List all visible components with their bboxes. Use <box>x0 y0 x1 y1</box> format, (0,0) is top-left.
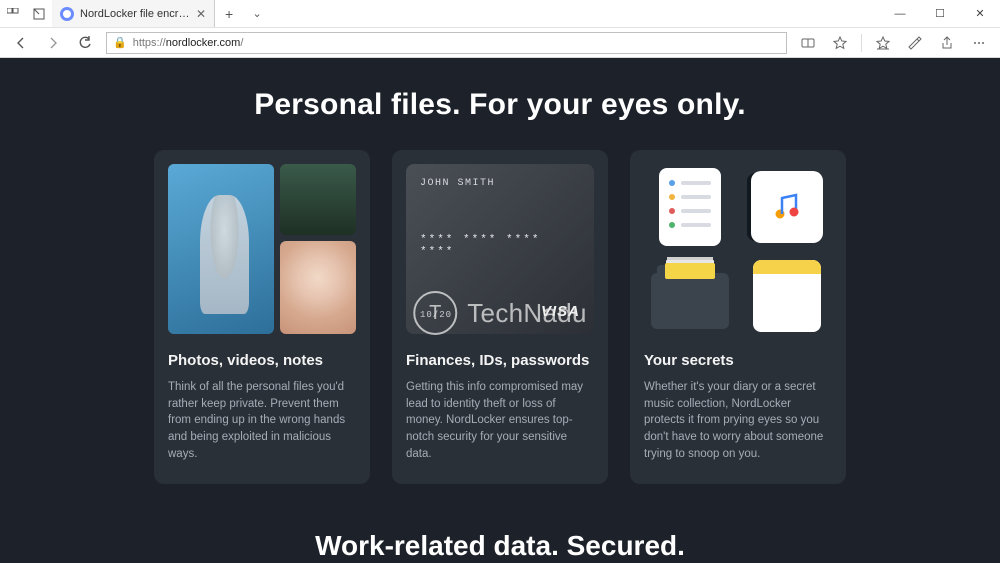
document-list-icon <box>648 168 731 246</box>
tab-preview-icon[interactable] <box>0 0 26 28</box>
url-prefix: https:// <box>133 37 166 49</box>
photo-thumb-family <box>280 241 356 334</box>
card-title: Finances, IDs, passwords <box>406 352 594 369</box>
lock-icon: 🔒 <box>113 36 127 49</box>
card-photos: Photos, videos, notes Think of all the p… <box>154 150 370 484</box>
photo-thumb-outdoor <box>280 164 356 235</box>
cc-expiry: 10/20 <box>420 310 452 320</box>
card-title: Your secrets <box>644 352 832 369</box>
card-desc: Whether it's your diary or a secret musi… <box>644 379 832 462</box>
url-path: / <box>240 37 243 49</box>
cc-number: **** **** **** **** <box>420 234 580 258</box>
back-button[interactable] <box>6 29 36 57</box>
tab-title: NordLocker file encrypt <box>80 8 190 20</box>
notes-icon[interactable] <box>900 29 930 57</box>
card-finances: JOHN SMITH **** **** **** **** 10/20 VIS… <box>392 150 608 484</box>
new-tab-button[interactable]: + <box>215 6 243 22</box>
card-secrets: Your secrets Whether it's your diary or … <box>630 150 846 484</box>
refresh-button[interactable] <box>70 29 100 57</box>
share-icon[interactable] <box>932 29 962 57</box>
forward-button[interactable] <box>38 29 68 57</box>
favicon-icon <box>60 7 74 21</box>
window-close-button[interactable]: ✕ <box>960 0 1000 27</box>
credit-card-graphic: JOHN SMITH **** **** **** **** 10/20 VIS… <box>406 164 594 334</box>
favorites-hub-icon[interactable] <box>868 29 898 57</box>
window-maximize-button[interactable]: ☐ <box>920 0 960 27</box>
more-menu-icon[interactable] <box>964 29 994 57</box>
cc-name: JOHN SMITH <box>420 178 580 189</box>
page-headline: Personal files. For your eyes only. <box>0 88 1000 122</box>
card-desc: Getting this info compromised may lead t… <box>406 379 594 462</box>
reading-view-icon[interactable] <box>793 29 823 57</box>
address-bar: 🔒 https://nordlocker.com/ <box>0 28 1000 58</box>
feature-cards: Photos, videos, notes Think of all the p… <box>0 150 1000 484</box>
card-finances-media: JOHN SMITH **** **** **** **** 10/20 VIS… <box>406 164 594 334</box>
card-title: Photos, videos, notes <box>168 352 356 369</box>
set-aside-tabs-icon[interactable] <box>26 0 52 28</box>
card-secrets-media <box>644 164 832 334</box>
cc-brand: VISA <box>541 303 580 320</box>
favorite-star-icon[interactable] <box>825 29 855 57</box>
card-photos-media <box>168 164 356 334</box>
card-desc: Think of all the personal files you'd ra… <box>168 379 356 462</box>
tab-strip: NordLocker file encrypt ✕ + ⌄ <box>0 0 271 27</box>
page-subhead: Work-related data. Secured. <box>0 530 1000 562</box>
folder-icon <box>648 260 731 332</box>
window-titlebar: NordLocker file encrypt ✕ + ⌄ — ☐ ✕ <box>0 0 1000 28</box>
tab-close-icon[interactable]: ✕ <box>196 7 206 21</box>
note-icon <box>745 260 828 332</box>
tab-dropdown-icon[interactable]: ⌄ <box>243 7 271 20</box>
music-icon <box>745 168 828 246</box>
url-host: nordlocker.com <box>166 37 241 49</box>
addressbar-right <box>793 29 994 57</box>
url-input[interactable]: 🔒 https://nordlocker.com/ <box>106 32 787 54</box>
browser-tab-active[interactable]: NordLocker file encrypt ✕ <box>52 0 215 27</box>
page-content: Personal files. For your eyes only. Phot… <box>0 58 1000 563</box>
window-minimize-button[interactable]: — <box>880 0 920 27</box>
photo-thumb-person <box>168 164 274 334</box>
